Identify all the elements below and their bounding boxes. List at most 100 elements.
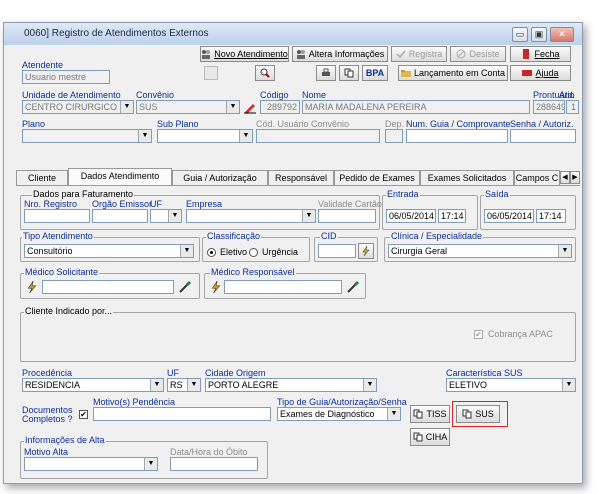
codigo-field: 289792: [260, 100, 300, 114]
minimize-button[interactable]: ▭: [512, 27, 528, 42]
tab-guia-autorizacao[interactable]: Guia / Autorização: [172, 170, 268, 185]
magnifier-icon: [260, 68, 270, 78]
tiss-button[interactable]: TISS: [410, 405, 450, 423]
convenio-select[interactable]: SUS ▼: [136, 100, 240, 114]
plano-label: Plano: [22, 119, 46, 129]
tipo-guia-label: Tipo de Guia/Autorização/Senha: [277, 397, 407, 407]
brush-icon[interactable]: [346, 280, 360, 294]
completos-label: Completos ?: [22, 414, 73, 424]
fecha-button[interactable]: Fecha: [510, 46, 571, 62]
desiste-label: Desiste: [469, 49, 500, 59]
chevron-down-icon: ▼: [302, 210, 315, 222]
tipo-guia-value: Exames de Diagnóstico: [280, 409, 375, 419]
uf2-select[interactable]: RS ▼: [167, 378, 201, 392]
urgencia-label: Urgência: [262, 247, 299, 257]
medico-responsavel-field[interactable]: [224, 280, 342, 294]
procedencia-select[interactable]: RESIDENCIA ▼: [22, 378, 164, 392]
tab-dados-atendimento[interactable]: Dados Atendimento: [68, 168, 172, 185]
sus-button[interactable]: SUS: [456, 405, 500, 423]
chevron-down-icon: ▼: [138, 130, 151, 142]
num-guia-field[interactable]: [406, 129, 508, 143]
empresa-select[interactable]: ▼: [186, 209, 316, 223]
cid-field[interactable]: [318, 244, 356, 258]
maximize-button[interactable]: ▣: [531, 27, 547, 42]
ciha-button[interactable]: CIHA: [410, 428, 450, 446]
medico-solicitante-field[interactable]: [42, 280, 174, 294]
zoom-button[interactable]: [255, 65, 275, 81]
lightning-icon[interactable]: [210, 281, 222, 293]
senha-label: Senha / Autoriz.: [510, 119, 574, 129]
plano-select[interactable]: ▼: [22, 129, 152, 143]
desiste-button[interactable]: Desiste: [450, 46, 506, 62]
entrada-time-field[interactable]: 17:14: [438, 209, 466, 223]
dep-label: Dep.: [385, 119, 405, 129]
registra-button[interactable]: Registra: [391, 46, 447, 62]
tab-responsavel[interactable]: Responsável: [268, 170, 334, 185]
orgao-emissor-field[interactable]: [92, 209, 148, 223]
tipo-guia-select[interactable]: Exames de Diagnóstico ▼: [277, 407, 401, 421]
clinica-value: Cirurgia Geral: [391, 246, 448, 256]
lightning-icon[interactable]: [26, 281, 38, 293]
lancamento-label: Lançamento em Conta: [413, 68, 506, 78]
tab-scroll-left[interactable]: ◀: [560, 171, 570, 184]
eletivo-radio[interactable]: [207, 248, 216, 257]
caracteristica-sus-label: Característica SUS: [446, 368, 523, 378]
saida-label: Saída: [484, 189, 510, 199]
chevron-down-icon: ▼: [120, 101, 133, 113]
novo-atendimento-button[interactable]: Novo Atendimento: [200, 46, 289, 62]
tab-cliente[interactable]: Cliente: [16, 170, 68, 185]
calculator-icon[interactable]: [204, 66, 218, 80]
cidade-origem-label: Cidade Origem: [205, 368, 266, 378]
senha-field[interactable]: [510, 129, 576, 143]
copy-button[interactable]: [339, 65, 359, 81]
cobranca-apac-checkbox[interactable]: ✔: [474, 330, 483, 339]
tab-pedido-exames[interactable]: Pedido de Exames: [334, 170, 420, 185]
uf2-value: RS: [170, 380, 183, 390]
entrada-date-field[interactable]: 06/05/2014: [386, 209, 436, 223]
prontuario-field: 288649: [533, 100, 565, 114]
motivo-alta-label: Motivo Alta: [24, 447, 69, 457]
nro-registro-field[interactable]: [24, 209, 90, 223]
tab-campos[interactable]: Campos C: [514, 170, 560, 185]
uf-select[interactable]: ▼: [150, 209, 182, 223]
saida-date-field[interactable]: 06/05/2014: [484, 209, 534, 223]
bpa-button[interactable]: BPA: [362, 65, 388, 81]
print-button[interactable]: [316, 65, 336, 81]
clinica-select[interactable]: Cirurgia Geral ▼: [388, 244, 572, 258]
brush-icon[interactable]: [178, 280, 192, 294]
clinica-label: Clínica / Especialidade: [390, 231, 484, 241]
pencil-icon[interactable]: [243, 100, 257, 114]
cid-search-button[interactable]: [358, 243, 374, 259]
caracteristica-sus-select[interactable]: ELETIVO ▼: [446, 378, 576, 392]
uf-label: UF: [150, 199, 162, 209]
documentos-completos-checkbox[interactable]: ✔: [79, 410, 88, 419]
nome-label: Nome: [302, 90, 327, 100]
subplano-select[interactable]: ▼: [157, 129, 253, 143]
fecha-label: Fecha: [534, 49, 560, 59]
people-icon: [202, 50, 211, 59]
data-obito-field[interactable]: [170, 457, 258, 471]
motivo-alta-select[interactable]: ▼: [24, 457, 158, 471]
chevron-down-icon: ▼: [387, 408, 400, 420]
saida-time-field[interactable]: 17:14: [536, 209, 566, 223]
cidade-origem-select[interactable]: PORTO ALEGRE ▼: [205, 378, 377, 392]
unidade-select[interactable]: CENTRO CIRURGICO ▼: [22, 100, 134, 114]
urgencia-radio[interactable]: [249, 248, 258, 257]
lancamento-em-conta-button[interactable]: Lançamento em Conta: [398, 65, 508, 81]
motivos-pendencia-field[interactable]: [93, 407, 271, 421]
convenio-value: SUS: [139, 102, 158, 112]
close-button[interactable]: ✕: [550, 27, 574, 42]
validade-cartao-field[interactable]: [318, 209, 376, 223]
tipo-atendimento-select[interactable]: Consultório ▼: [24, 244, 194, 258]
medico-solicitante-label: Médico Solicitante: [24, 267, 100, 277]
num-guia-label: Num. Guia / Comprovante: [406, 119, 511, 129]
ajuda-button[interactable]: Ajuda: [510, 65, 571, 81]
orgao-emissor-label: Orgão Emissor: [92, 199, 153, 209]
tab-exames-solicitados[interactable]: Exames Solicitados: [420, 170, 514, 185]
altera-informacoes-button[interactable]: Altera Informações: [292, 46, 388, 62]
cobranca-apac-label: Cobrança APAC: [488, 329, 553, 339]
chevron-down-icon: ▼: [168, 210, 181, 222]
tab-scroll-right[interactable]: ▶: [570, 171, 580, 184]
procedencia-label: Procedência: [22, 368, 73, 378]
atd-label: Atd.: [559, 90, 576, 100]
